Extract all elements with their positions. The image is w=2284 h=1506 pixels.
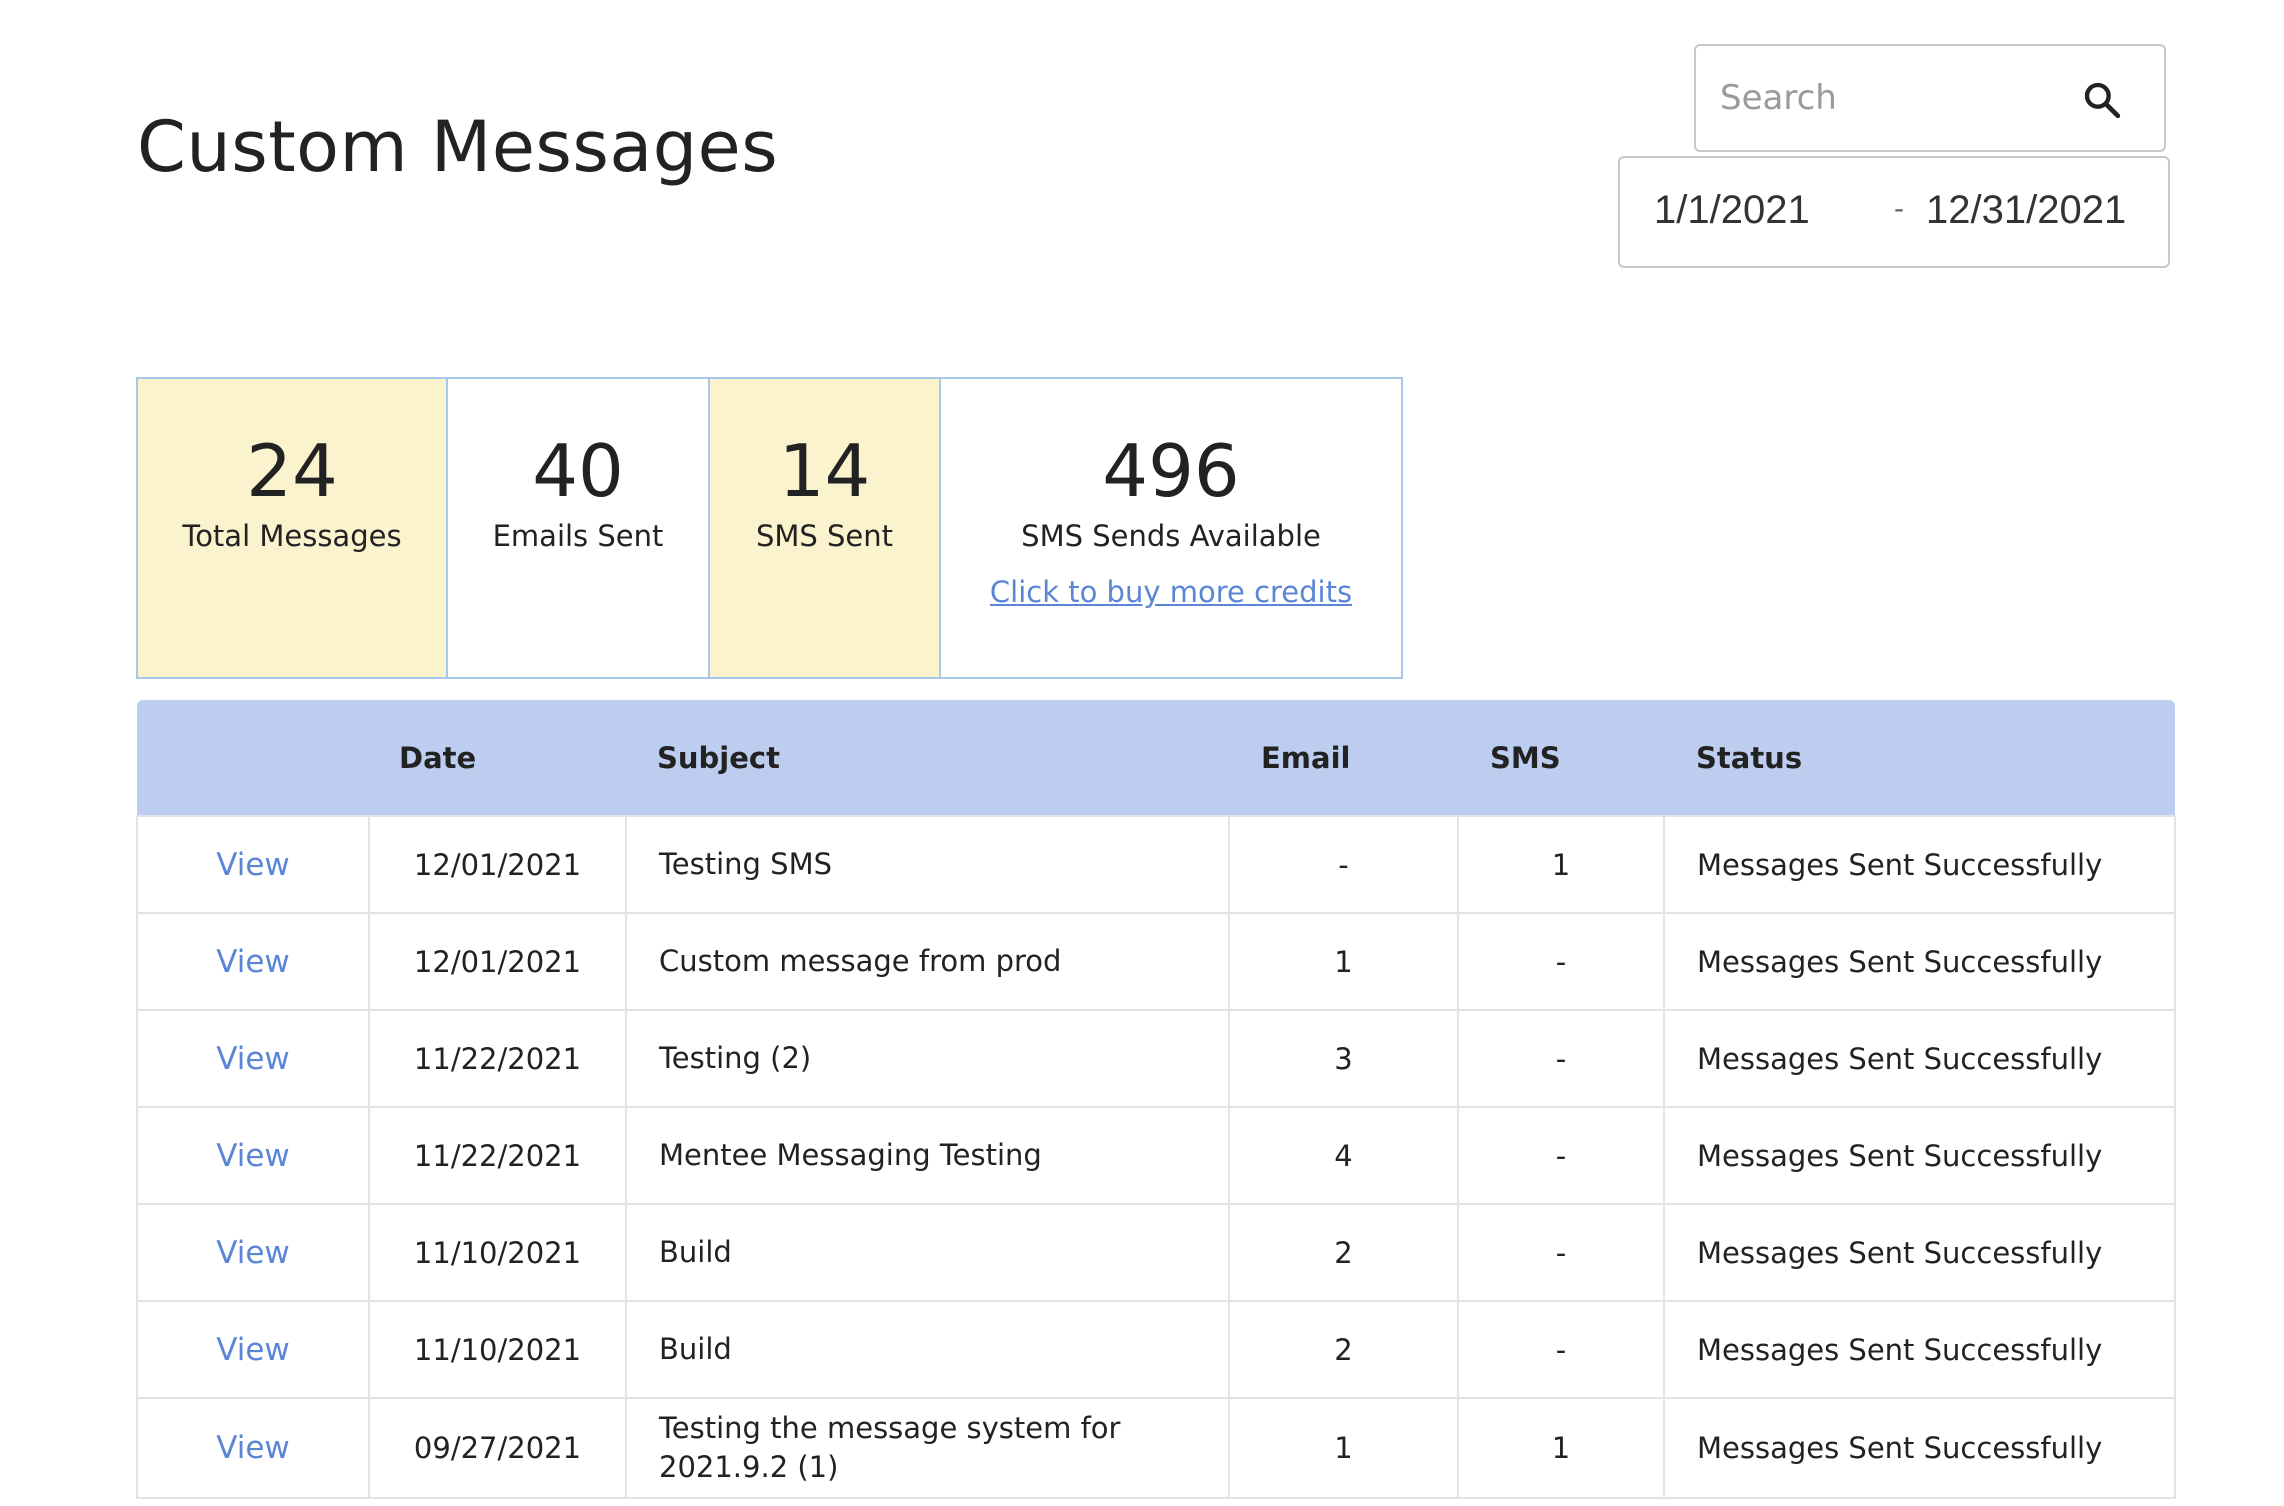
column-header-subject[interactable]: Subject xyxy=(626,700,1229,816)
row-subject: Testing (2) xyxy=(625,1009,1230,1108)
row-date: 12/01/2021 xyxy=(368,815,627,914)
table-row: View 09/27/2021 Testing the message syst… xyxy=(136,1397,2176,1499)
stat-sms-available: 496 SMS Sends Available Click to buy mor… xyxy=(941,379,1401,677)
row-sms-count: 1 xyxy=(1457,815,1665,914)
stat-emails-sent-label: Emails Sent xyxy=(492,519,664,553)
row-sms-count: 1 xyxy=(1457,1397,1665,1499)
view-link[interactable]: View xyxy=(216,1235,290,1271)
search-box[interactable] xyxy=(1694,44,2166,152)
row-subject: Build xyxy=(625,1300,1230,1399)
row-email-count: 3 xyxy=(1228,1009,1459,1108)
date-range-separator: - xyxy=(1894,192,1904,225)
row-email-count: 2 xyxy=(1228,1300,1459,1399)
column-header-sms[interactable]: SMS xyxy=(1458,700,1664,816)
table-row: View 11/22/2021 Testing (2) 3 - Messages… xyxy=(136,1009,2176,1108)
table-row: View 11/22/2021 Mentee Messaging Testing… xyxy=(136,1106,2176,1205)
row-date: 12/01/2021 xyxy=(368,912,627,1011)
stat-emails-sent: 40 Emails Sent xyxy=(448,379,710,677)
view-link[interactable]: View xyxy=(216,847,290,883)
row-subject: Build xyxy=(625,1203,1230,1302)
row-action-cell: View xyxy=(136,1203,370,1302)
column-header-email[interactable]: Email xyxy=(1229,700,1458,816)
row-status: Messages Sent Successfully xyxy=(1663,912,2176,1011)
search-input[interactable] xyxy=(1720,68,2080,128)
row-subject: Testing the message system for 2021.9.2 … xyxy=(625,1397,1230,1499)
row-date: 11/10/2021 xyxy=(368,1203,627,1302)
view-link[interactable]: View xyxy=(216,1332,290,1368)
stat-total-messages-label: Total Messages xyxy=(182,519,402,553)
row-status: Messages Sent Successfully xyxy=(1663,1009,2176,1108)
stats-panel: 24 Total Messages 40 Emails Sent 14 SMS … xyxy=(136,377,1403,679)
row-sms-count: - xyxy=(1457,1203,1665,1302)
search-icon[interactable] xyxy=(2082,80,2122,120)
row-email-count: 1 xyxy=(1228,1397,1459,1499)
row-date: 11/22/2021 xyxy=(368,1009,627,1108)
stat-sms-sent-label: SMS Sent xyxy=(755,519,894,553)
row-date: 11/22/2021 xyxy=(368,1106,627,1205)
stat-total-messages: 24 Total Messages xyxy=(138,379,448,677)
view-link[interactable]: View xyxy=(216,1138,290,1174)
row-email-count: - xyxy=(1228,815,1459,914)
date-range-picker[interactable]: 1/1/2021 - 12/31/2021 xyxy=(1618,156,2170,268)
row-email-count: 1 xyxy=(1228,912,1459,1011)
row-action-cell: View xyxy=(136,1009,370,1108)
messages-table: Date Subject Email SMS Status View 12/01… xyxy=(136,700,2176,1499)
column-header-date[interactable]: Date xyxy=(369,700,626,816)
row-sms-count: - xyxy=(1457,1106,1665,1205)
stat-sms-sent-value: 14 xyxy=(778,429,871,513)
column-header-status[interactable]: Status xyxy=(1664,700,2175,816)
row-action-cell: View xyxy=(136,815,370,914)
row-status: Messages Sent Successfully xyxy=(1663,1300,2176,1399)
row-subject: Testing SMS xyxy=(625,815,1230,914)
date-range-start[interactable]: 1/1/2021 xyxy=(1654,188,1810,233)
row-status: Messages Sent Successfully xyxy=(1663,1106,2176,1205)
view-link[interactable]: View xyxy=(216,1430,290,1466)
row-sms-count: - xyxy=(1457,1009,1665,1108)
stat-sms-available-value: 496 xyxy=(1102,429,1240,513)
view-link[interactable]: View xyxy=(216,1041,290,1077)
row-action-cell: View xyxy=(136,1397,370,1499)
row-email-count: 2 xyxy=(1228,1203,1459,1302)
column-header-view xyxy=(137,700,369,816)
table-row: View 11/10/2021 Build 2 - Messages Sent … xyxy=(136,1300,2176,1399)
view-link[interactable]: View xyxy=(216,944,290,980)
page: Custom Messages 1/1/2021 - 12/31/2021 24… xyxy=(0,0,2284,1506)
stat-sms-available-label: SMS Sends Available xyxy=(1021,519,1321,553)
row-action-cell: View xyxy=(136,1300,370,1399)
stat-total-messages-value: 24 xyxy=(246,429,338,513)
row-status: Messages Sent Successfully xyxy=(1663,1397,2176,1499)
date-range-end[interactable]: 12/31/2021 xyxy=(1926,188,2126,233)
page-title: Custom Messages xyxy=(137,106,779,188)
row-subject: Mentee Messaging Testing xyxy=(625,1106,1230,1205)
row-sms-count: - xyxy=(1457,912,1665,1011)
table-row: View 12/01/2021 Custom message from prod… xyxy=(136,912,2176,1011)
row-subject: Custom message from prod xyxy=(625,912,1230,1011)
row-action-cell: View xyxy=(136,912,370,1011)
row-action-cell: View xyxy=(136,1106,370,1205)
stat-emails-sent-value: 40 xyxy=(532,429,624,513)
row-email-count: 4 xyxy=(1228,1106,1459,1205)
table-row: View 11/10/2021 Build 2 - Messages Sent … xyxy=(136,1203,2176,1302)
row-status: Messages Sent Successfully xyxy=(1663,815,2176,914)
row-status: Messages Sent Successfully xyxy=(1663,1203,2176,1302)
buy-credits-link[interactable]: Click to buy more credits xyxy=(941,575,1401,609)
table-header: Date Subject Email SMS Status xyxy=(137,700,2175,816)
row-sms-count: - xyxy=(1457,1300,1665,1399)
row-date: 09/27/2021 xyxy=(368,1397,627,1499)
stat-sms-sent: 14 SMS Sent xyxy=(710,379,941,677)
table-row: View 12/01/2021 Testing SMS - 1 Messages… xyxy=(136,815,2176,914)
row-date: 11/10/2021 xyxy=(368,1300,627,1399)
